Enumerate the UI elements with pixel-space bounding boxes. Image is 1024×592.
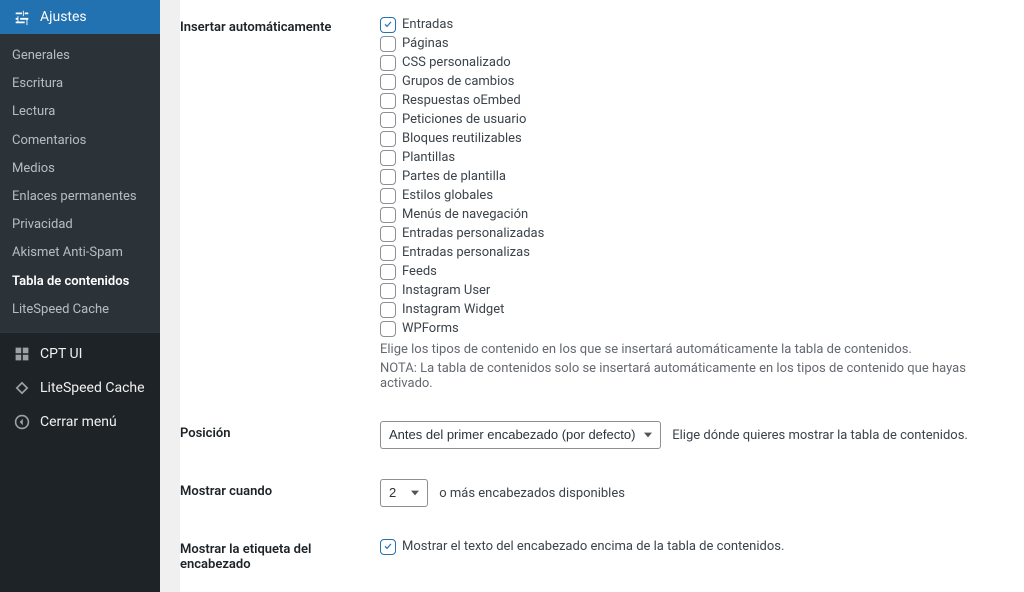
- auto-insert-checkbox[interactable]: [380, 112, 396, 128]
- menu-cptui[interactable]: CPT UI: [0, 337, 160, 371]
- mostrar-cuando-select[interactable]: 2: [380, 479, 428, 507]
- auto-insert-item[interactable]: Páginas: [380, 34, 1004, 53]
- menu-collapse[interactable]: Cerrar menú: [0, 405, 160, 439]
- sub-enlaces[interactable]: Enlaces permanentes: [0, 183, 160, 211]
- auto-insert-checkbox[interactable]: [380, 188, 396, 204]
- auto-insert-label: WPForms: [402, 319, 459, 338]
- auto-insert-checkbox[interactable]: [380, 93, 396, 109]
- row-label-mostrar-etiqueta: Mostrar la etiqueta del encabezado: [180, 522, 380, 592]
- auto-insert-item[interactable]: Plantillas: [380, 148, 1004, 167]
- auto-insert-item[interactable]: Partes de plantilla: [380, 167, 1004, 186]
- auto-insert-label: Páginas: [402, 34, 449, 53]
- sub-escritura[interactable]: Escritura: [0, 70, 160, 98]
- mostrar-etiqueta-checkbox[interactable]: [380, 539, 396, 555]
- mostrar-cuando-desc: o más encabezados disponibles: [439, 486, 625, 501]
- auto-insert-item[interactable]: WPForms: [380, 319, 1004, 338]
- admin-sidebar: Ajustes Generales Escritura Lectura Come…: [0, 0, 160, 592]
- row-label-posicion: Posición: [180, 406, 380, 464]
- posicion-select[interactable]: Antes del primer encabezado (por defecto…: [380, 421, 661, 449]
- auto-insert-item[interactable]: Menús de navegación: [380, 205, 1004, 224]
- auto-insert-checkbox[interactable]: [380, 17, 396, 33]
- posicion-desc: Elige dónde quieres mostrar la tabla de …: [672, 428, 968, 443]
- settings-panel: Insertar automáticamente EntradasPáginas…: [180, 0, 1024, 592]
- auto-insert-checkbox[interactable]: [380, 207, 396, 223]
- auto-insert-checkbox[interactable]: [380, 245, 396, 261]
- sub-litespeed[interactable]: LiteSpeed Cache: [0, 296, 160, 324]
- auto-insert-label: Respuestas oEmbed: [402, 91, 521, 110]
- menu-label: Ajustes: [40, 9, 87, 25]
- diamond-icon: [12, 378, 32, 398]
- menu-litespeed[interactable]: LiteSpeed Cache: [0, 371, 160, 405]
- sliders-icon: [12, 7, 32, 27]
- menu-label: LiteSpeed Cache: [40, 380, 145, 396]
- auto-insert-desc: Elige los tipos de contenido en los que …: [380, 342, 1004, 357]
- sub-tabla-contenidos[interactable]: Tabla de contenidos: [0, 268, 160, 296]
- sub-lectura[interactable]: Lectura: [0, 98, 160, 126]
- row-label-mostrar-cuando: Mostrar cuando: [180, 464, 380, 522]
- auto-insert-item[interactable]: CSS personalizado: [380, 53, 1004, 72]
- mostrar-etiqueta-text: Mostrar el texto del encabezado encima d…: [402, 537, 784, 556]
- auto-insert-checkbox[interactable]: [380, 55, 396, 71]
- auto-insert-checkbox[interactable]: [380, 36, 396, 52]
- auto-insert-item[interactable]: Feeds: [380, 262, 1004, 281]
- row-label-auto-insert: Insertar automáticamente: [180, 0, 380, 406]
- auto-insert-item[interactable]: Entradas: [380, 15, 1004, 34]
- sub-akismet[interactable]: Akismet Anti-Spam: [0, 239, 160, 267]
- menu-ajustes[interactable]: Ajustes: [0, 0, 160, 34]
- auto-insert-label: Menús de navegación: [402, 205, 528, 224]
- auto-insert-item[interactable]: Estilos globales: [380, 186, 1004, 205]
- auto-insert-label: Feeds: [402, 262, 437, 281]
- collapse-icon: [12, 412, 32, 432]
- auto-insert-checkbox[interactable]: [380, 169, 396, 185]
- auto-insert-label: Entradas personalizadas: [402, 224, 544, 243]
- auto-insert-checkbox[interactable]: [380, 226, 396, 242]
- auto-insert-checkbox[interactable]: [380, 131, 396, 147]
- auto-insert-label: Plantillas: [402, 148, 455, 167]
- auto-insert-checkbox[interactable]: [380, 264, 396, 280]
- menu-label: CPT UI: [40, 346, 82, 362]
- auto-insert-item[interactable]: Entradas personalizadas: [380, 224, 1004, 243]
- auto-insert-checkbox[interactable]: [380, 321, 396, 337]
- auto-insert-label: Instagram Widget: [402, 300, 504, 319]
- auto-insert-list: EntradasPáginasCSS personalizadoGrupos d…: [380, 15, 1004, 338]
- auto-insert-label: Peticiones de usuario: [402, 110, 526, 129]
- auto-insert-label: CSS personalizado: [402, 53, 511, 72]
- auto-insert-item[interactable]: Grupos de cambios: [380, 72, 1004, 91]
- auto-insert-item[interactable]: Peticiones de usuario: [380, 110, 1004, 129]
- sub-generales[interactable]: Generales: [0, 42, 160, 70]
- settings-submenu: Generales Escritura Lectura Comentarios …: [0, 34, 160, 332]
- auto-insert-note: NOTA: La tabla de contenidos solo se ins…: [380, 361, 1004, 391]
- auto-insert-label: Entradas: [402, 15, 453, 34]
- auto-insert-checkbox[interactable]: [380, 74, 396, 90]
- auto-insert-item[interactable]: Instagram Widget: [380, 300, 1004, 319]
- auto-insert-item[interactable]: Instagram User: [380, 281, 1004, 300]
- auto-insert-label: Entradas personalizas: [402, 243, 530, 262]
- auto-insert-checkbox[interactable]: [380, 302, 396, 318]
- sub-medios[interactable]: Medios: [0, 155, 160, 183]
- auto-insert-label: Bloques reutilizables: [402, 129, 522, 148]
- grid-icon: [12, 344, 32, 364]
- auto-insert-label: Estilos globales: [402, 186, 493, 205]
- sub-comentarios[interactable]: Comentarios: [0, 127, 160, 155]
- auto-insert-label: Instagram User: [402, 281, 490, 300]
- mostrar-etiqueta-option[interactable]: Mostrar el texto del encabezado encima d…: [380, 537, 1004, 556]
- auto-insert-item[interactable]: Entradas personalizas: [380, 243, 1004, 262]
- sub-privacidad[interactable]: Privacidad: [0, 211, 160, 239]
- auto-insert-item[interactable]: Respuestas oEmbed: [380, 91, 1004, 110]
- auto-insert-label: Partes de plantilla: [402, 167, 506, 186]
- auto-insert-checkbox[interactable]: [380, 283, 396, 299]
- auto-insert-label: Grupos de cambios: [402, 72, 514, 91]
- auto-insert-item[interactable]: Bloques reutilizables: [380, 129, 1004, 148]
- menu-label: Cerrar menú: [40, 414, 117, 430]
- auto-insert-checkbox[interactable]: [380, 150, 396, 166]
